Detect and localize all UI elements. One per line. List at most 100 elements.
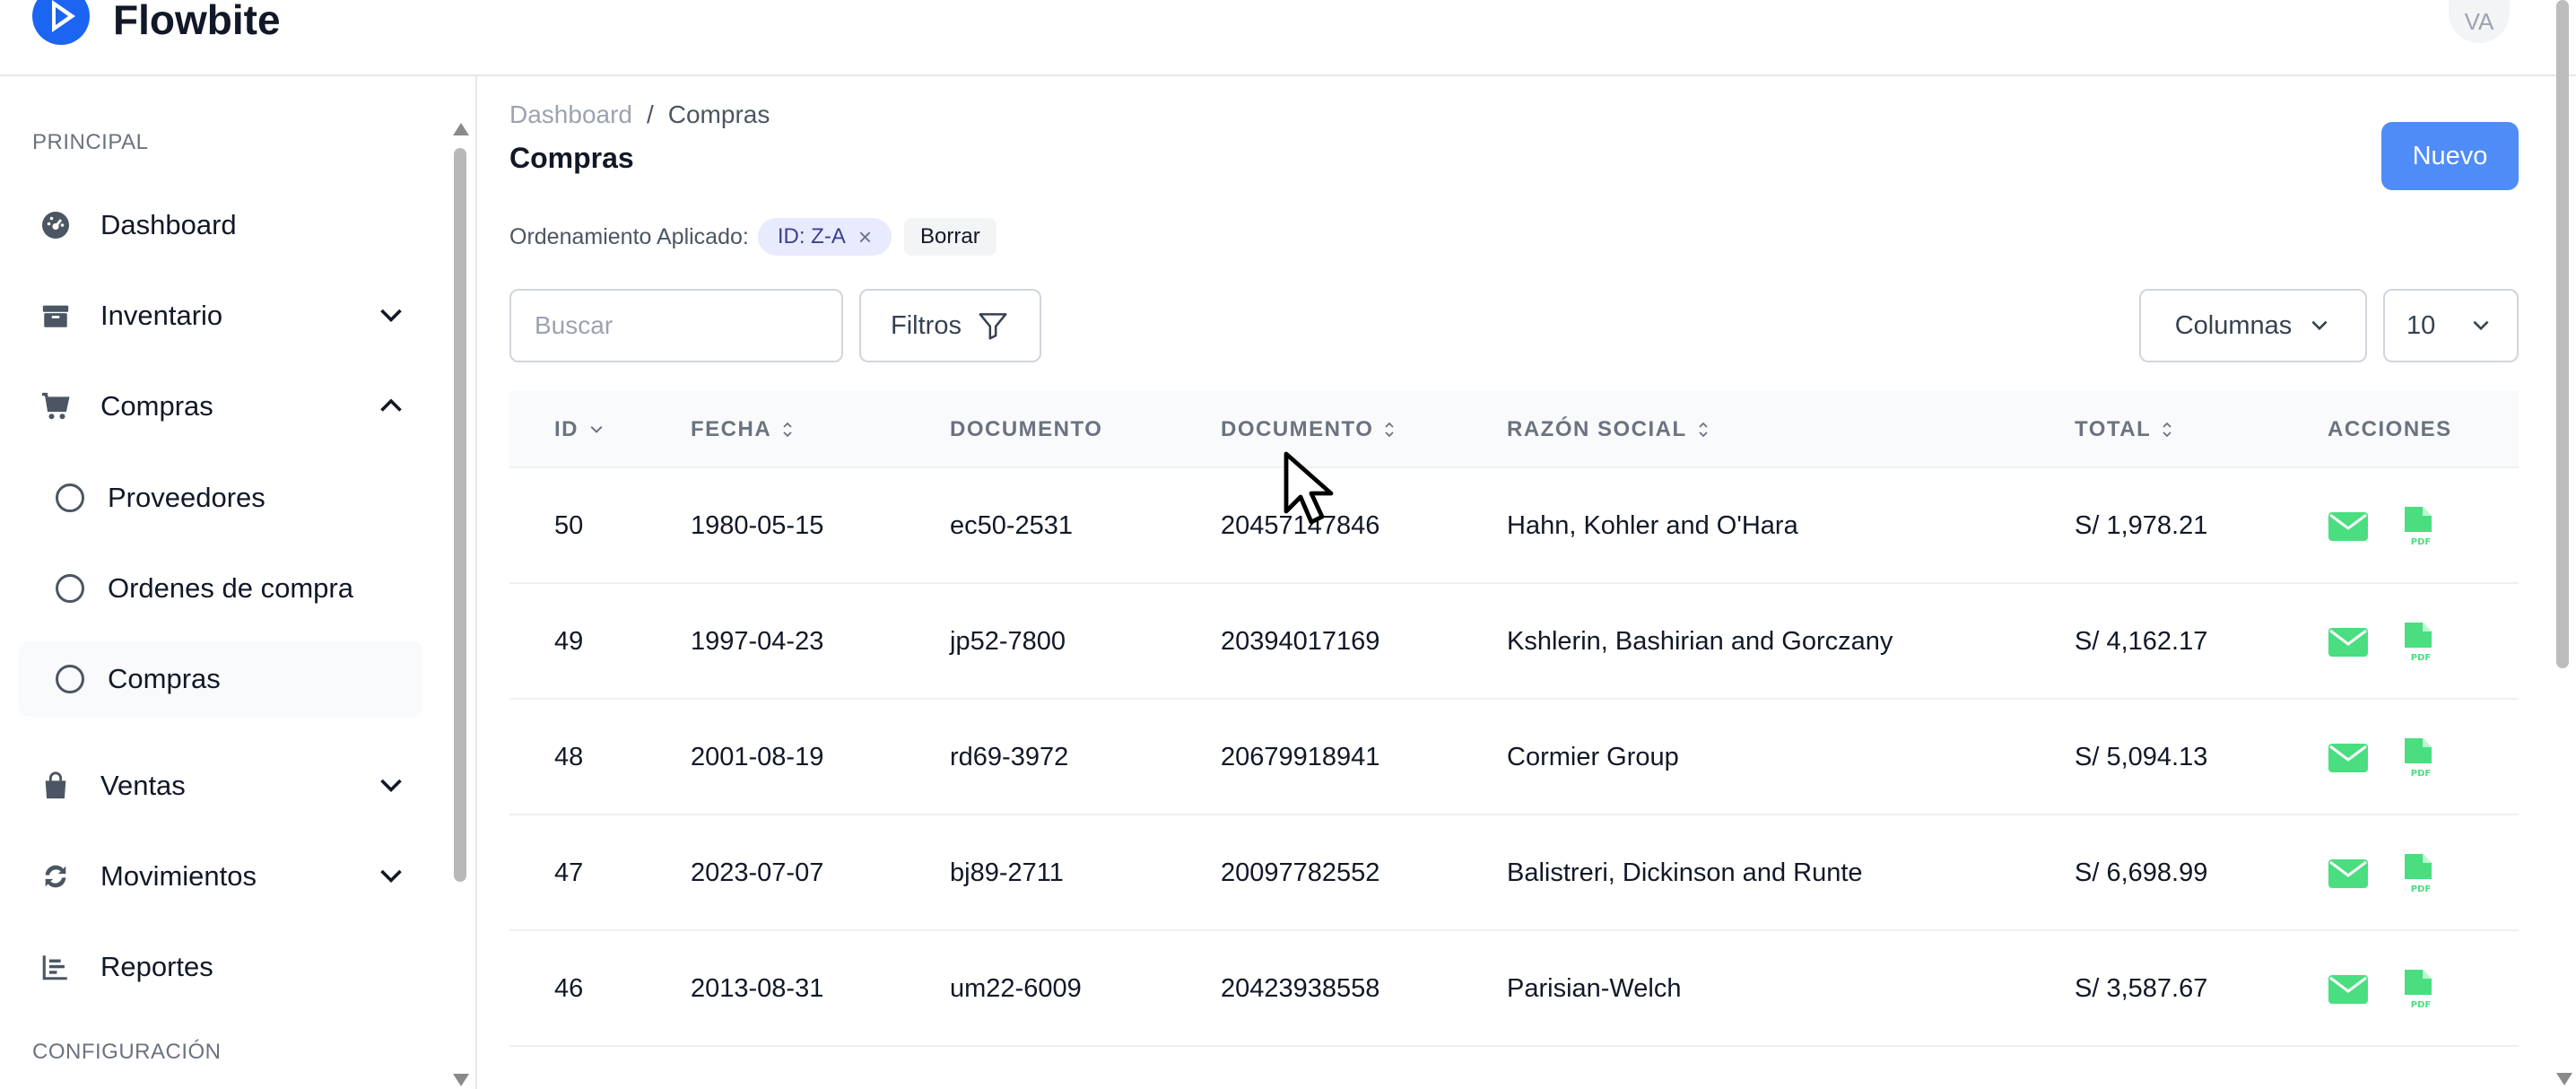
sort-icon — [2163, 422, 2171, 438]
sidebar-item-label: Inventario — [100, 300, 223, 331]
row-actions: PDF — [2328, 815, 2441, 931]
column-header-total[interactable]: TOTAL — [2075, 391, 2174, 468]
columns-dropdown[interactable]: Columnas — [2139, 289, 2367, 362]
column-header-label: ACCIONES — [2328, 417, 2452, 441]
sidebar-item-inventario[interactable]: Inventario — [18, 278, 423, 353]
chart-bar-icon — [36, 947, 75, 987]
sidebar-section-principal: PRINCIPAL — [32, 130, 149, 154]
sidebar: PRINCIPAL Dashboard Inventario Compras P… — [0, 76, 477, 1089]
mail-icon[interactable] — [2328, 973, 2369, 1006]
pdf-file-icon[interactable]: PDF — [2401, 505, 2441, 548]
app-logo[interactable]: Flowbite — [30, 0, 281, 50]
sidebar-item-dashboard[interactable]: Dashboard — [18, 187, 423, 263]
new-button[interactable]: Nuevo — [2381, 122, 2519, 190]
sorting-label: Ordenamiento Aplicado: — [509, 223, 749, 249]
cell-fecha: 2001-08-19 — [691, 743, 824, 771]
breadcrumb-link-dashboard[interactable]: Dashboard — [509, 100, 632, 129]
breadcrumb-current: Compras — [667, 100, 770, 128]
column-header-label: ID — [554, 417, 579, 441]
filters-button[interactable]: Filtros — [859, 289, 1041, 362]
cell-id: 49 — [554, 627, 584, 656]
column-header-acciones: ACCIONES — [2328, 391, 2452, 468]
pdf-file-icon[interactable]: PDF — [2401, 852, 2441, 895]
sidebar-scroll-up-arrow[interactable] — [453, 123, 469, 135]
table-row[interactable]: 47 2023-07-07 bj89-2711 20097782552 Bali… — [509, 815, 2519, 931]
row-actions: PDF — [2328, 931, 2441, 1047]
inventory-icon — [36, 296, 75, 335]
table-row[interactable]: 50 1980-05-15 ec50-2531 20457147846 Hahn… — [509, 468, 2519, 584]
chevron-down-icon — [380, 869, 402, 884]
pdf-file-icon[interactable]: PDF — [2401, 736, 2441, 780]
cell-documento: ec50-2531 — [950, 511, 1074, 540]
sidebar-scroll-down-arrow[interactable] — [453, 1074, 469, 1086]
table-row[interactable]: 49 1997-04-23 jp52-7800 20394017169 Kshl… — [509, 584, 2519, 700]
page-size-value: 10 — [2406, 310, 2436, 340]
table-row[interactable]: 46 2013-08-31 um22-6009 20423938558 Pari… — [509, 931, 2519, 1047]
shopping-cart-icon — [36, 387, 75, 426]
cell-razon-social: Kshlerin, Bashirian and Gorczany — [1507, 627, 1893, 656]
table-header: ID FECHA DOCUMENTO DOCUMENTO RAZÓN SOCIA… — [509, 391, 2519, 468]
sidebar-item-label: Dashboard — [100, 209, 237, 240]
sidebar-section-configuracion: CONFIGURACIÓN — [32, 1040, 222, 1064]
refresh-icon — [36, 857, 75, 896]
user-avatar[interactable]: VA — [2449, 0, 2510, 43]
mouse-cursor-icon — [1284, 451, 1334, 525]
sidebar-subitem-ordenes-de-compra[interactable]: Ordenes de compra — [18, 551, 423, 626]
sidebar-item-reportes[interactable]: Reportes — [18, 929, 423, 1005]
sidebar-item-compras[interactable]: Compras — [18, 369, 423, 444]
sidebar-item-movimientos[interactable]: Movimientos — [18, 839, 423, 914]
column-header-fecha[interactable]: FECHA — [691, 391, 795, 468]
row-actions: PDF — [2328, 700, 2441, 815]
close-icon[interactable]: × — [858, 223, 872, 251]
page-scrollbar-thumb[interactable] — [2556, 0, 2569, 668]
table-row[interactable]: 48 2001-08-19 rd69-3972 20679918941 Corm… — [509, 700, 2519, 815]
sidebar-scrollbar-thumb[interactable] — [454, 148, 466, 882]
cell-total: S/ 4,162.17 — [2075, 627, 2208, 656]
sort-chip: ID: Z-A × — [757, 218, 892, 256]
circle-icon — [56, 574, 84, 603]
cell-fecha: 2013-08-31 — [691, 974, 824, 1003]
mail-icon[interactable] — [2328, 858, 2369, 890]
cell-razon-social: Balistreri, Dickinson and Runte — [1507, 858, 1863, 887]
cell-total: S/ 3,587.67 — [2075, 974, 2208, 1003]
cell-total: S/ 1,978.21 — [2075, 511, 2208, 540]
app-name: Flowbite — [113, 0, 281, 43]
column-header-label: DOCUMENTO — [1221, 417, 1374, 441]
column-header-documento: DOCUMENTO — [950, 391, 1102, 468]
sidebar-item-label: Proveedores — [108, 482, 265, 513]
pdf-file-icon[interactable]: PDF — [2401, 621, 2441, 664]
columns-label: Columnas — [2174, 310, 2293, 340]
chevron-down-icon — [2311, 320, 2328, 331]
cell-documento: bj89-2711 — [950, 858, 1064, 887]
column-header-razon-social[interactable]: RAZÓN SOCIAL — [1507, 391, 1710, 468]
table-row[interactable] — [509, 1047, 2519, 1089]
pdf-file-icon[interactable]: PDF — [2401, 968, 2441, 1011]
sidebar-item-label: Movimientos — [100, 860, 257, 892]
column-header-label: TOTAL — [2075, 417, 2152, 441]
clear-sorting-button[interactable]: Borrar — [904, 218, 996, 256]
flowbite-logo-icon — [32, 0, 90, 45]
circle-icon — [56, 484, 84, 512]
column-header-label: RAZÓN SOCIAL — [1507, 417, 1687, 441]
cell-total: S/ 5,094.13 — [2075, 743, 2208, 771]
column-header-label: DOCUMENTO — [950, 417, 1103, 441]
sidebar-item-label: Ventas — [100, 770, 186, 801]
applied-sorting: Ordenamiento Aplicado: ID: Z-A × Borrar — [509, 217, 996, 257]
sidebar-subitem-compras[interactable]: Compras — [18, 641, 423, 717]
cell-fecha: 1997-04-23 — [691, 627, 824, 656]
sidebar-subitem-proveedores[interactable]: Proveedores — [18, 460, 423, 536]
cell-razon-social: Parisian-Welch — [1507, 974, 1682, 1003]
column-header-id[interactable]: ID — [554, 391, 605, 468]
mail-icon[interactable] — [2328, 742, 2369, 774]
cell-documento-2: 20679918941 — [1221, 743, 1380, 771]
chevron-down-icon — [380, 779, 402, 793]
sidebar-item-ventas[interactable]: Ventas — [18, 748, 423, 823]
shopping-bag-icon — [36, 766, 75, 806]
sidebar-item-label: Compras — [100, 390, 213, 422]
mail-icon[interactable] — [2328, 626, 2369, 658]
column-header-label: FECHA — [691, 417, 772, 441]
search-input[interactable]: Buscar — [509, 289, 843, 362]
mail-icon[interactable] — [2328, 510, 2369, 543]
page-size-select[interactable]: 10 — [2383, 289, 2519, 362]
page-scroll-down-arrow[interactable] — [2556, 1073, 2572, 1085]
